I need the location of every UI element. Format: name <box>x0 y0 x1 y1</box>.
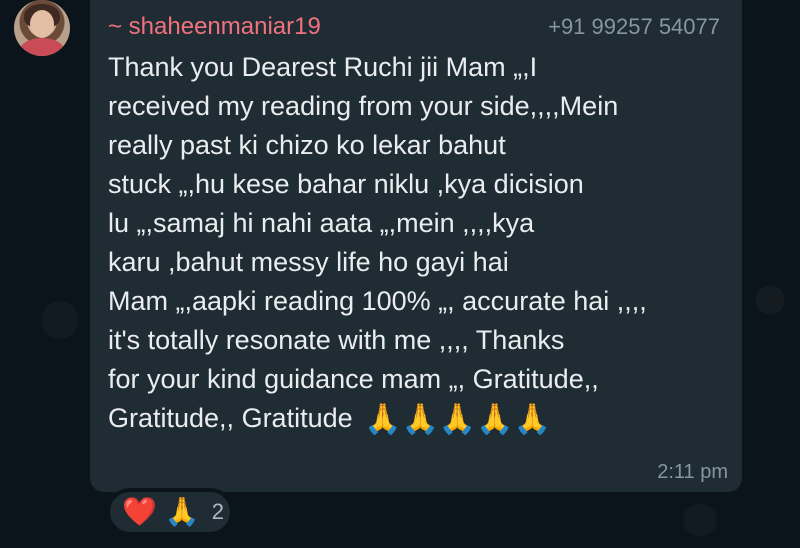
sender-name[interactable]: ~ shaheenmaniar19 <box>108 12 321 42</box>
folded-hands-reaction-icon: 🙏 <box>164 496 200 527</box>
heart-reaction-icon: ❤️ <box>122 496 157 527</box>
message-line: really past ki chizo ko lekar bahut <box>108 130 506 160</box>
folded-hands-emoji-row: 🙏🙏🙏🙏🙏 <box>364 403 551 436</box>
sender-header: ~ shaheenmaniar19 +91 99257 54077 <box>108 12 720 42</box>
avatar-shirt <box>20 38 64 56</box>
message-timestamp: 2:11 pm <box>657 461 728 483</box>
sender-phone: +91 99257 54077 <box>548 14 720 39</box>
message-line: stuck „,hu kese bahar niklu ,kya dicisio… <box>108 169 584 199</box>
sender-avatar[interactable] <box>14 0 70 56</box>
message-line: Mam „,aapki reading 100% „, accurate hai… <box>108 286 647 316</box>
message-line: received my reading from your side,,,,Me… <box>108 91 619 121</box>
message-line: Thank you Dearest Ruchi jii Mam „,I <box>108 52 538 82</box>
message-line: lu „,samaj hi nahi aata „,mein ,,,,kya <box>108 208 535 238</box>
message-line: karu ,bahut messy life ho gayi hai <box>108 247 509 277</box>
message-line: for your kind guidance mam „, Gratitude,… <box>108 364 599 394</box>
message-bubble[interactable]: ~ shaheenmaniar19 +91 99257 54077 Thank … <box>90 0 742 492</box>
message-text: Thank you Dearest Ruchi jii Mam „,I rece… <box>108 48 728 438</box>
avatar-face <box>30 10 54 38</box>
reactions-pill[interactable]: ❤️ 🙏 2 <box>106 488 234 536</box>
message-line: it's totally resonate with me ,,,, Thank… <box>108 325 565 355</box>
message-line: Gratitude,, Gratitude <box>108 403 353 433</box>
reaction-count: 2 <box>211 499 224 524</box>
